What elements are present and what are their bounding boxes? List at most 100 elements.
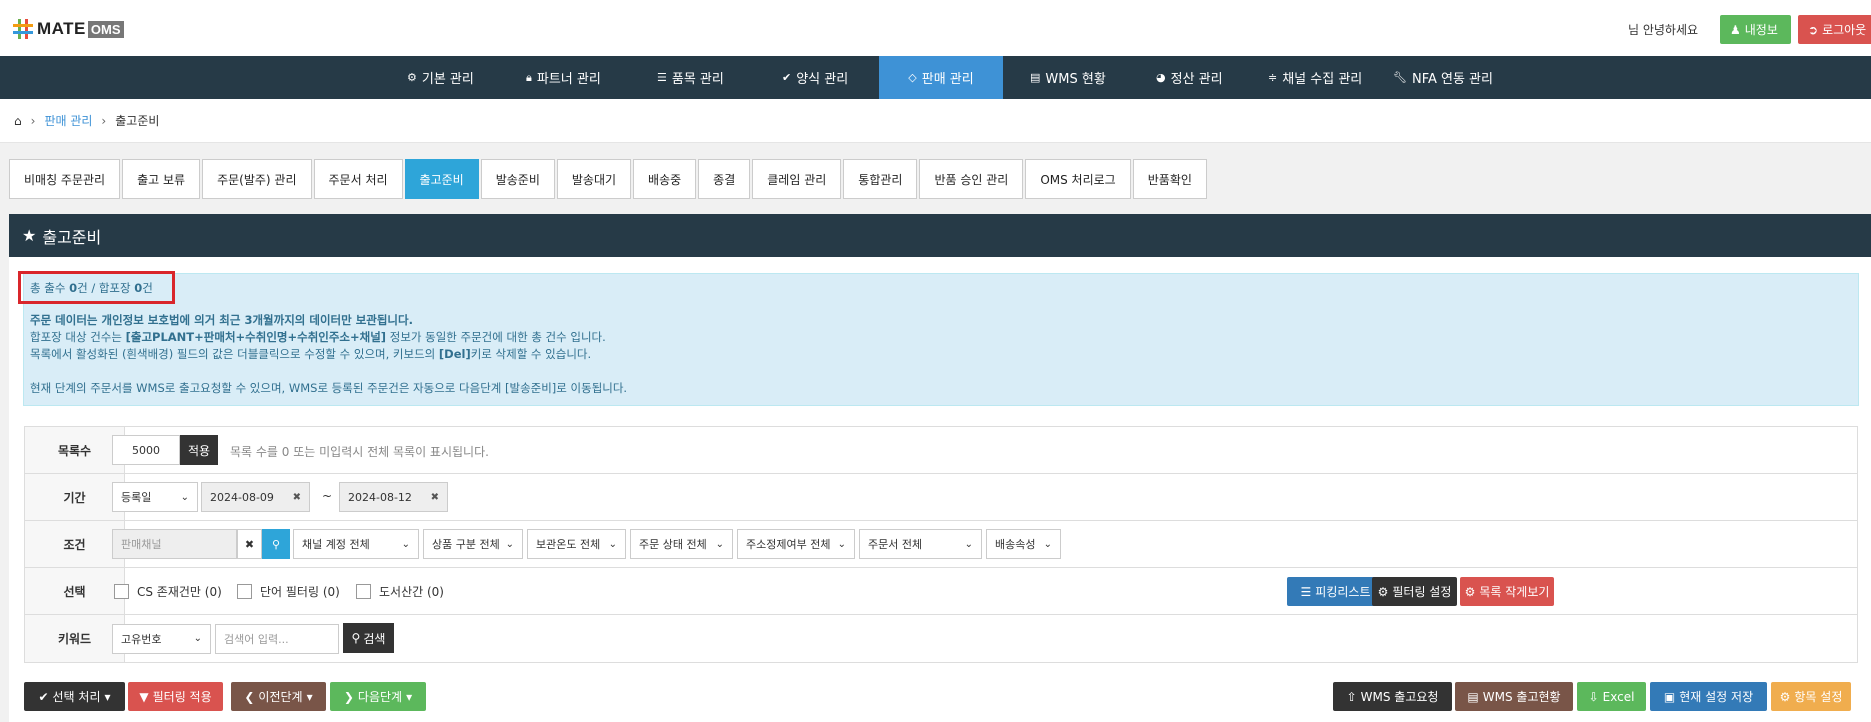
nav-wms[interactable]: ▤ WMS 현황 bbox=[1030, 56, 1106, 99]
product-type-select[interactable]: 상품 구분 전체 ⌄ bbox=[423, 529, 523, 559]
checkbox-box[interactable] bbox=[356, 584, 371, 599]
row-select: 선택 CS 존재건만 (0) 단어 필터링 (0) 도서산간 (0) ☰ 피킹리스… bbox=[25, 568, 1857, 615]
greeting: 님 안녕하세요 bbox=[1628, 23, 1699, 37]
keyword-input[interactable]: 검색어 입력... bbox=[215, 623, 339, 654]
clear-channel-button[interactable]: ✖ bbox=[237, 529, 262, 559]
nav-form[interactable]: ✔ 양식 관리 bbox=[782, 56, 848, 99]
period-type-select[interactable]: 등록일 ⌄ bbox=[112, 482, 198, 512]
chevron-down-icon: ⌄ bbox=[608, 538, 617, 550]
tab-unmatched[interactable]: 비매칭 주문관리 bbox=[9, 159, 121, 199]
prev-step-button[interactable]: ❮ 이전단계 ▾ bbox=[231, 682, 326, 711]
tab-delivering[interactable]: 배송중 bbox=[633, 159, 697, 199]
info-alert: 총 출수 0건 / 합포장 0건 주문 데이터는 개인정보 보호법에 의거 최근… bbox=[18, 271, 1859, 406]
row-count-input[interactable]: 5000 bbox=[112, 435, 180, 465]
nav-item-mgmt[interactable]: ☰ 품목 관리 bbox=[657, 56, 724, 99]
breadcrumb: ⌂ › 판매 관리 › 출고준비 bbox=[0, 99, 1871, 143]
search-button[interactable]: ⚲ 검색 bbox=[343, 623, 394, 653]
chevron-right-icon: › bbox=[101, 113, 107, 128]
excel-button[interactable]: ⇩ Excel bbox=[1577, 682, 1646, 711]
panel-header: ★ 출고준비 bbox=[9, 214, 1871, 257]
date-to-input[interactable]: 2024-08-12 ✖ bbox=[339, 482, 448, 512]
gear-icon: ⚙ bbox=[1779, 689, 1791, 704]
tab-return-approve[interactable]: 반품 승인 관리 bbox=[919, 159, 1024, 199]
row-condition: 조건 판매채널 ✖ ⚲ 채널 계정 전체 ⌄ 상품 구분 전체 ⌄ 보관온도 전체 ⌄… bbox=[25, 521, 1857, 568]
filter-apply-button[interactable]: ▼ 필터링 적용 bbox=[128, 682, 223, 711]
nav-label: 파트너 관리 bbox=[536, 72, 601, 87]
info-line-4: 현재 단계의 주문서를 WMS로 출고요청할 수 있으며, WMS로 등록된 주… bbox=[30, 381, 628, 395]
check-icon: ✔ bbox=[782, 71, 792, 84]
save-settings-button[interactable]: ▣ 현재 설정 저장 bbox=[1650, 682, 1767, 711]
select-process-button[interactable]: ✔ 선택 처리 ▾ bbox=[24, 682, 125, 711]
tab-hold[interactable]: 출고 보류 bbox=[122, 159, 201, 199]
clear-icon[interactable]: ✖ bbox=[431, 492, 439, 503]
address-clean-select[interactable]: 주소정제여부 전체 ⌄ bbox=[737, 529, 855, 559]
clear-icon[interactable]: ✖ bbox=[293, 492, 301, 503]
logout-button[interactable]: ➲ 로그아웃 bbox=[1798, 15, 1871, 44]
select-value: 고유번호 bbox=[121, 632, 162, 646]
tab-integrated[interactable]: 통합관리 bbox=[843, 159, 918, 199]
nav-label: 품목 관리 bbox=[671, 72, 724, 87]
select-value: 보관온도 전체 bbox=[536, 538, 601, 551]
channel-input[interactable]: 판매채널 bbox=[112, 529, 237, 559]
order-status-select[interactable]: 주문 상태 전체 ⌄ bbox=[630, 529, 733, 559]
tab-oms-log[interactable]: OMS 처리로그 bbox=[1025, 159, 1131, 199]
select-value: 배송속성 bbox=[995, 538, 1036, 551]
keyword-label: 키워드 bbox=[25, 615, 125, 662]
nav-partner[interactable]: 🔒︎ 파트너 관리 bbox=[526, 56, 601, 99]
remote-area-checkbox[interactable]: 도서산간 (0) bbox=[356, 583, 444, 600]
chevron-down-icon: ⌄ bbox=[180, 491, 189, 503]
tab-claim[interactable]: 클레임 관리 bbox=[752, 159, 842, 199]
date-from-value: 2024-08-09 bbox=[210, 490, 274, 504]
nav-nfa[interactable]: 🔧︎ NFA 연동 관리 bbox=[1393, 56, 1493, 99]
checkbox-label: CS 존재건만 (0) bbox=[137, 585, 222, 599]
my-info-button[interactable]: ♟ 내정보 bbox=[1720, 15, 1791, 44]
checkbox-box[interactable] bbox=[114, 584, 129, 599]
tab-ship-ready[interactable]: 출고준비 bbox=[404, 159, 479, 199]
order-sheet-select[interactable]: 주문서 전체 ⌄ bbox=[859, 529, 982, 559]
tab-order[interactable]: 주문(발주) 관리 bbox=[202, 159, 312, 199]
home-icon[interactable]: ⌂ bbox=[14, 114, 22, 128]
diamond-icon: ◇ bbox=[908, 71, 917, 84]
checkbox-box[interactable] bbox=[237, 584, 252, 599]
nav-basic[interactable]: ⚙ 기본 관리 bbox=[407, 56, 474, 99]
chevron-down-icon: ⌄ bbox=[505, 538, 514, 550]
date-from-input[interactable]: 2024-08-09 ✖ bbox=[201, 482, 310, 512]
tab-order-process[interactable]: 주문서 처리 bbox=[313, 159, 403, 199]
nav-label: 판매 관리 bbox=[921, 72, 974, 87]
word-filter-checkbox[interactable]: 단어 필터링 (0) bbox=[237, 583, 340, 600]
logo[interactable]: MATE OMS bbox=[12, 18, 124, 40]
keyword-type-select[interactable]: 고유번호 ⌄ bbox=[112, 623, 211, 654]
caret-down-icon: ▾ bbox=[406, 689, 413, 704]
next-step-button[interactable]: ❯ 다음단계 ▾ bbox=[330, 682, 426, 711]
list-icon: ☰ bbox=[657, 71, 667, 84]
tab-closed[interactable]: 종결 bbox=[698, 159, 751, 199]
filter-icon: ▼ bbox=[139, 689, 149, 704]
filter-setting-button[interactable]: ⚙ 필터링 설정 bbox=[1372, 577, 1457, 606]
nav-channel[interactable]: ≑ 채널 수집 관리 bbox=[1268, 56, 1362, 99]
row-period: 기간 등록일 ⌄ 2024-08-09 ✖ ~ 2024-08-12 ✖ bbox=[25, 474, 1857, 521]
tab-return-check[interactable]: 반품확인 bbox=[1132, 159, 1207, 199]
column-setting-button[interactable]: ⚙ 항목 설정 bbox=[1771, 682, 1851, 711]
nav-label: WMS 현황 bbox=[1045, 72, 1106, 87]
apply-button[interactable]: 적용 bbox=[180, 435, 218, 465]
tab-send-wait[interactable]: 발송대기 bbox=[556, 159, 632, 199]
small-list-button[interactable]: ⚙ 목록 작게보기 bbox=[1460, 577, 1554, 606]
nav-settlement[interactable]: ◕ 정산 관리 bbox=[1156, 56, 1223, 99]
breadcrumb-parent[interactable]: 판매 관리 bbox=[44, 112, 92, 129]
nav-sales[interactable]: ◇ 판매 관리 bbox=[879, 56, 1003, 99]
chevron-down-icon: ⌄ bbox=[1043, 538, 1052, 550]
delivery-attr-select[interactable]: 배송속성 ⌄ bbox=[986, 529, 1061, 559]
list-icon: ☰ bbox=[1300, 584, 1312, 599]
button-label: WMS 출고요청 bbox=[1360, 690, 1439, 704]
temperature-select[interactable]: 보관온도 전체 ⌄ bbox=[527, 529, 626, 559]
channel-search-button[interactable]: ⚲ bbox=[262, 529, 290, 559]
wms-status-button[interactable]: ▤ WMS 출고현황 bbox=[1455, 682, 1573, 711]
cs-only-checkbox[interactable]: CS 존재건만 (0) bbox=[114, 583, 222, 600]
picking-list-button[interactable]: ☰ 피킹리스트 bbox=[1287, 577, 1384, 606]
info-text: 정보가 동일한 주문건에 대한 총 건수 입니다. bbox=[386, 330, 606, 344]
info-text: 목록에서 활성화된 (흰색배경) 필드의 값은 더블클릭으로 수정할 수 있으며… bbox=[30, 347, 439, 361]
channel-account-select[interactable]: 채널 계정 전체 ⌄ bbox=[293, 529, 419, 559]
wms-request-button[interactable]: ⇧ WMS 출고요청 bbox=[1333, 682, 1452, 711]
pie-icon: ◕ bbox=[1156, 71, 1166, 84]
tab-send-ready[interactable]: 발송준비 bbox=[480, 159, 555, 199]
